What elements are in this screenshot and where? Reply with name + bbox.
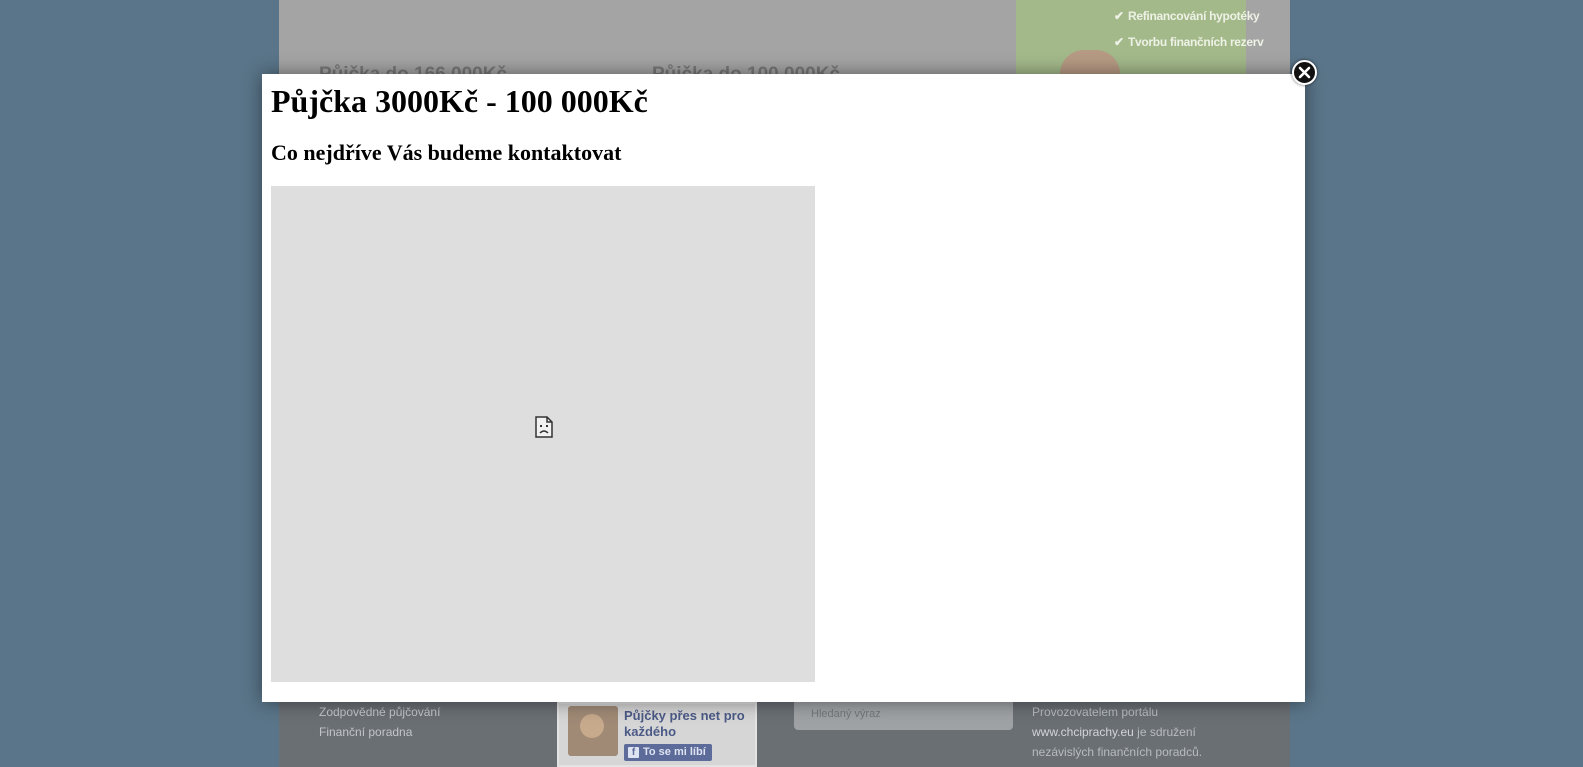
checkmark-icon: ✔ — [1114, 9, 1124, 23]
facebook-page-thumbnail[interactable] — [568, 706, 618, 756]
search-placeholder: Hledaný výraz — [811, 708, 881, 720]
search-input[interactable]: Hledaný výraz — [794, 702, 1013, 730]
facebook-page-title[interactable]: Půjčky přes net pro každého — [624, 708, 754, 740]
promo-banner: ✔ Refinancování hypotéky ✔ Tvorbu finanční… — [1016, 0, 1264, 74]
promo-person-image — [1060, 50, 1120, 74]
loan-modal: Půjčka 3000Kč - 100 000Kč Co nejdříve Vá… — [262, 74, 1305, 702]
site-link[interactable]: www.chciprachy.eu — [1032, 725, 1134, 739]
promo-item: ✔ Tvorbu finančních rezerv — [1114, 35, 1264, 49]
checkmark-icon: ✔ — [1114, 35, 1124, 49]
close-icon — [1298, 66, 1311, 79]
broken-content-icon — [535, 416, 553, 438]
footer-link[interactable]: Finanční poradna — [319, 722, 440, 742]
facebook-icon: f — [628, 747, 639, 758]
promo-item: ✔ Refinancování hypotéky — [1114, 9, 1260, 23]
footer-links: Zodpovědné půjčování Finanční poradna — [319, 702, 440, 742]
modal-subtitle: Co nejdříve Vás budeme kontaktovat — [271, 140, 622, 165]
modal-title: Půjčka 3000Kč - 100 000Kč — [271, 83, 648, 119]
footer-link[interactable]: Zodpovědné půjčování — [319, 702, 440, 722]
embedded-form-frame[interactable] — [271, 186, 815, 682]
facebook-widget: Půjčky přes net pro každého f To se mi lí… — [557, 702, 757, 767]
close-modal-button[interactable] — [1292, 60, 1317, 85]
footer-about: Provozovatelem portálu www.chciprachy.eu… — [1032, 705, 1203, 759]
footer: Zodpovědné půjčování Finanční poradna Pů… — [279, 702, 1290, 767]
facebook-like-button[interactable]: f To se mi líbí — [624, 744, 712, 761]
